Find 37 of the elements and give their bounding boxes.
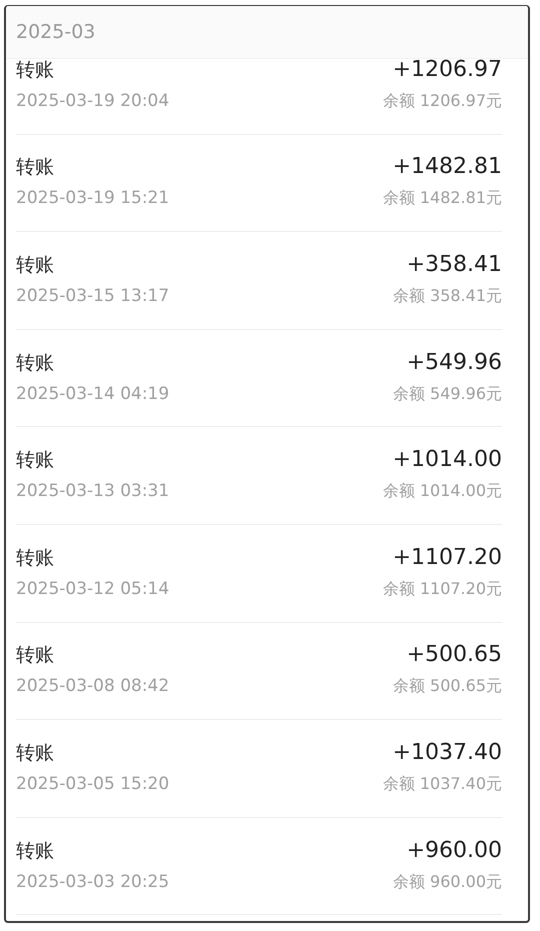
month-label: 2025-03 bbox=[16, 21, 96, 43]
transaction-title: 转账 bbox=[16, 155, 54, 180]
transaction-time: 2025-03-19 20:04 bbox=[16, 90, 170, 111]
balance-text: 余额 1107.20元 bbox=[382, 578, 502, 600]
transaction-amount: +1037.40 bbox=[392, 740, 502, 765]
transaction-title: 转账 bbox=[16, 546, 54, 571]
transaction-time: 2025-03-19 15:21 bbox=[16, 188, 170, 208]
transaction-time: 2025-03-14 04:19 bbox=[16, 384, 170, 404]
transaction-time: 2025-03-13 03:31 bbox=[16, 481, 170, 502]
balance-text: 余额 1482.81元 bbox=[382, 188, 502, 210]
transaction-title: 转账 bbox=[16, 838, 54, 864]
balance-text: 余额 1206.97元 bbox=[382, 90, 502, 112]
transaction-amount: +960.00 bbox=[406, 838, 502, 863]
transaction-amount: +1014.00 bbox=[392, 447, 502, 472]
transaction-amount: +1206.97 bbox=[392, 56, 502, 82]
balance-text: 余额 549.96元 bbox=[392, 384, 502, 405]
balance-text: 余额 1037.40元 bbox=[382, 774, 502, 795]
transaction-amount: +500.65 bbox=[406, 642, 502, 668]
transaction-amount: +549.96 bbox=[406, 350, 502, 375]
transaction-time: 2025-03-15 13:17 bbox=[16, 286, 170, 306]
balance-text: 余额 358.41元 bbox=[392, 286, 502, 307]
balance-text: 余额 500.65元 bbox=[392, 676, 502, 698]
transaction-title: 转账 bbox=[16, 740, 54, 766]
transaction-amount: +1107.20 bbox=[392, 544, 502, 570]
transaction-title: 转账 bbox=[16, 448, 54, 474]
transaction-amount: +358.41 bbox=[406, 252, 502, 277]
transaction-time: 2025-03-05 15:20 bbox=[16, 774, 170, 794]
balance-text: 余额 1014.00元 bbox=[382, 481, 502, 502]
transaction-title: 转账 bbox=[16, 58, 54, 83]
transaction-title: 转账 bbox=[16, 643, 54, 668]
transaction-amount: +1482.81 bbox=[392, 154, 502, 180]
transaction-title: 转账 bbox=[16, 252, 54, 278]
transaction-time: 2025-03-12 05:14 bbox=[16, 578, 170, 599]
transaction-title: 转账 bbox=[16, 350, 54, 376]
transaction-time: 2025-03-03 20:25 bbox=[16, 872, 170, 892]
balance-text: 余额 960.00元 bbox=[392, 872, 502, 893]
transaction-time: 2025-03-08 08:42 bbox=[16, 676, 170, 696]
